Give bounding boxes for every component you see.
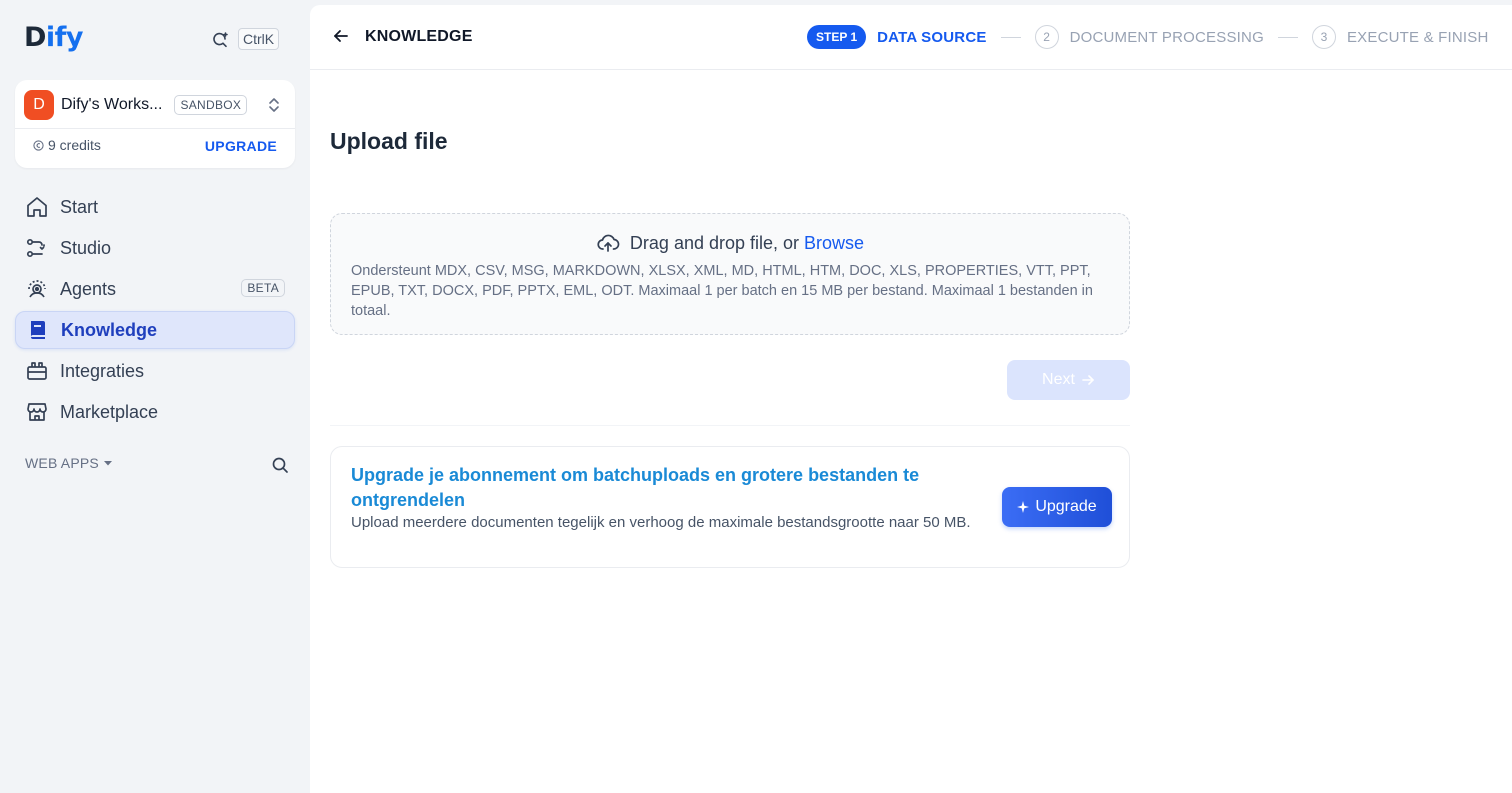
plan-badge: SANDBOX <box>174 95 248 115</box>
coin-icon <box>33 139 44 151</box>
nav-label: Agents <box>60 278 117 299</box>
integrations-icon <box>27 362 47 380</box>
upgrade-link[interactable]: UPGRADE <box>205 138 277 154</box>
dropzone-text: Drag and drop file, or <box>629 232 800 253</box>
sidebar: Dify CtrlK D Dify's Works... SANDBOX 9 c… <box>0 0 310 793</box>
main-panel: KNOWLEDGE STEP 1 DATA SOURCE 2 DOCUMENT … <box>310 5 1512 793</box>
web-apps-label: WEB APPS <box>25 455 99 471</box>
chevron-up-down-icon <box>269 98 279 112</box>
upgrade-banner-description: Upload meerdere documenten tegelijk en v… <box>351 514 971 531</box>
upgrade-button-label: Upgrade <box>1035 498 1097 515</box>
sparkle-icon <box>1017 501 1030 513</box>
command-palette-shortcut[interactable]: CtrlK <box>210 28 280 50</box>
upgrade-banner-title: Upgrade je abonnement om batchuploads en… <box>351 465 920 510</box>
agents-icon <box>28 280 46 298</box>
home-icon <box>27 197 47 217</box>
knowledge-icon <box>31 321 45 339</box>
logo-letter: D <box>24 22 46 53</box>
credits-text: 9 credits <box>48 137 101 153</box>
nav-label: Integraties <box>60 360 145 381</box>
shortcut-key: CtrlK <box>238 28 280 50</box>
nav-item-studio[interactable]: Studio <box>15 229 295 267</box>
next-button[interactable]: Next <box>1007 360 1130 400</box>
web-apps-toggle[interactable]: WEB APPS <box>25 455 113 471</box>
step-1-label: DATA SOURCE <box>877 28 987 46</box>
nav-label: Knowledge <box>61 319 158 340</box>
nav-item-marketplace[interactable]: Marketplace <box>15 393 295 431</box>
back-arrow-icon[interactable] <box>332 27 350 45</box>
upgrade-button[interactable]: Upgrade <box>1002 487 1112 527</box>
nav-label: Studio <box>60 237 112 258</box>
page-header-title: KNOWLEDGE <box>365 28 473 45</box>
beta-badge: BETA <box>241 279 285 297</box>
supported-formats-hint: Ondersteunt MDX, CSV, MSG, MARKDOWN, XLS… <box>351 263 1093 319</box>
dify-logo[interactable]: Dify <box>24 22 84 53</box>
upgrade-banner: Upgrade je abonnement om batchuploads en… <box>330 446 1130 568</box>
file-dropzone[interactable]: Drag and drop file, or Browse Ondersteun… <box>330 213 1130 335</box>
step-2-number: 2 <box>1034 25 1059 49</box>
workspace-avatar: D <box>24 90 54 120</box>
workspace-divider <box>15 128 295 129</box>
step-1-pill: STEP 1 <box>807 25 867 49</box>
workspace-selector[interactable]: D Dify's Works... SANDBOX <box>24 90 286 120</box>
studio-icon <box>26 238 45 258</box>
nav-item-knowledge[interactable]: Knowledge <box>15 311 295 349</box>
arrow-right-icon <box>1082 375 1094 385</box>
search-icon[interactable] <box>271 456 289 474</box>
step-3-label: EXECUTE & FINISH <box>1346 28 1489 46</box>
next-button-label: Next <box>1042 371 1075 388</box>
credits-info: 9 credits <box>33 137 101 153</box>
logo-rest: ify <box>45 22 84 53</box>
step-connector <box>1277 36 1298 38</box>
nav-item-agents[interactable]: Agents BETA <box>15 270 295 308</box>
step-indicator: STEP 1 DATA SOURCE 2 DOCUMENT PROCESSING… <box>807 25 1489 49</box>
workspace-card: D Dify's Works... SANDBOX 9 credits UPGR… <box>15 80 295 168</box>
nav-label: Start <box>60 196 99 217</box>
caret-down-icon <box>103 461 112 466</box>
top-bar: KNOWLEDGE STEP 1 DATA SOURCE 2 DOCUMENT … <box>310 5 1512 70</box>
marketplace-icon <box>27 403 47 421</box>
nav-item-integrations[interactable]: Integraties <box>15 352 295 390</box>
search-spark-icon <box>213 32 228 48</box>
main-nav: Start Studio Agents BETA Knowledge Integ… <box>15 188 295 434</box>
step-2-label: DOCUMENT PROCESSING <box>1069 28 1264 46</box>
nav-item-start[interactable]: Start <box>15 188 295 226</box>
section-divider <box>330 425 1130 426</box>
step-connector <box>1000 36 1021 38</box>
nav-label: Marketplace <box>60 401 159 422</box>
browse-link[interactable]: Browse <box>804 233 864 253</box>
cloud-upload-icon <box>597 234 620 252</box>
workspace-name: Dify's Works... <box>61 96 163 113</box>
dropzone-prompt: Drag and drop file, or Browse <box>331 231 1129 255</box>
step-3-number: 3 <box>1311 25 1336 49</box>
page-title: Upload file <box>330 128 448 154</box>
